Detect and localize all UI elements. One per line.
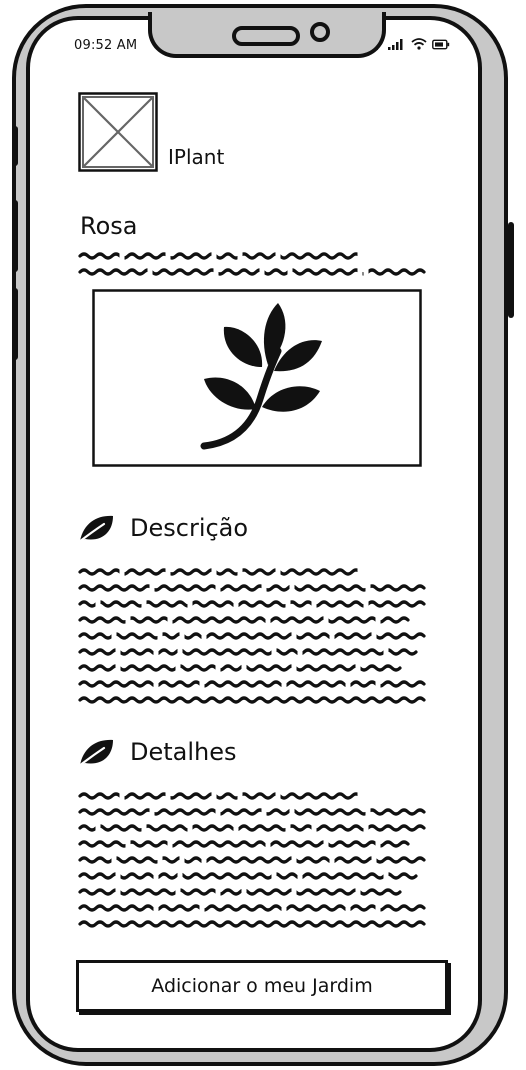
plant-name: Rosa: [80, 212, 138, 240]
status-icons: [388, 38, 450, 50]
leaf-icon: [77, 515, 113, 544]
volume-up-button: [12, 200, 18, 272]
image-placeholder-icon: [78, 92, 158, 172]
camera-icon: [310, 22, 330, 42]
plant-summary-text: [78, 250, 426, 280]
mute-switch: [12, 126, 18, 166]
battery-icon: [432, 39, 450, 50]
wifi-icon: [411, 38, 427, 50]
add-to-garden-button[interactable]: Adicionar o meu Jardim: [76, 960, 448, 1012]
details-text: [78, 790, 433, 928]
leaf-icon: [77, 739, 113, 768]
power-button: [508, 222, 514, 318]
volume-down-button: [12, 288, 18, 360]
speaker-grille: [232, 26, 300, 46]
plant-image: [92, 289, 422, 467]
section-title: Detalhes: [130, 738, 237, 766]
section-description-heading: Descrição: [76, 512, 248, 544]
description-text: [78, 566, 433, 704]
app-name: IPlant: [168, 145, 225, 169]
signal-icon: [388, 39, 403, 50]
notch: [148, 12, 386, 58]
section-details-heading: Detalhes: [76, 736, 237, 768]
status-time: 09:52 AM: [74, 38, 138, 53]
section-title: Descrição: [130, 514, 249, 542]
